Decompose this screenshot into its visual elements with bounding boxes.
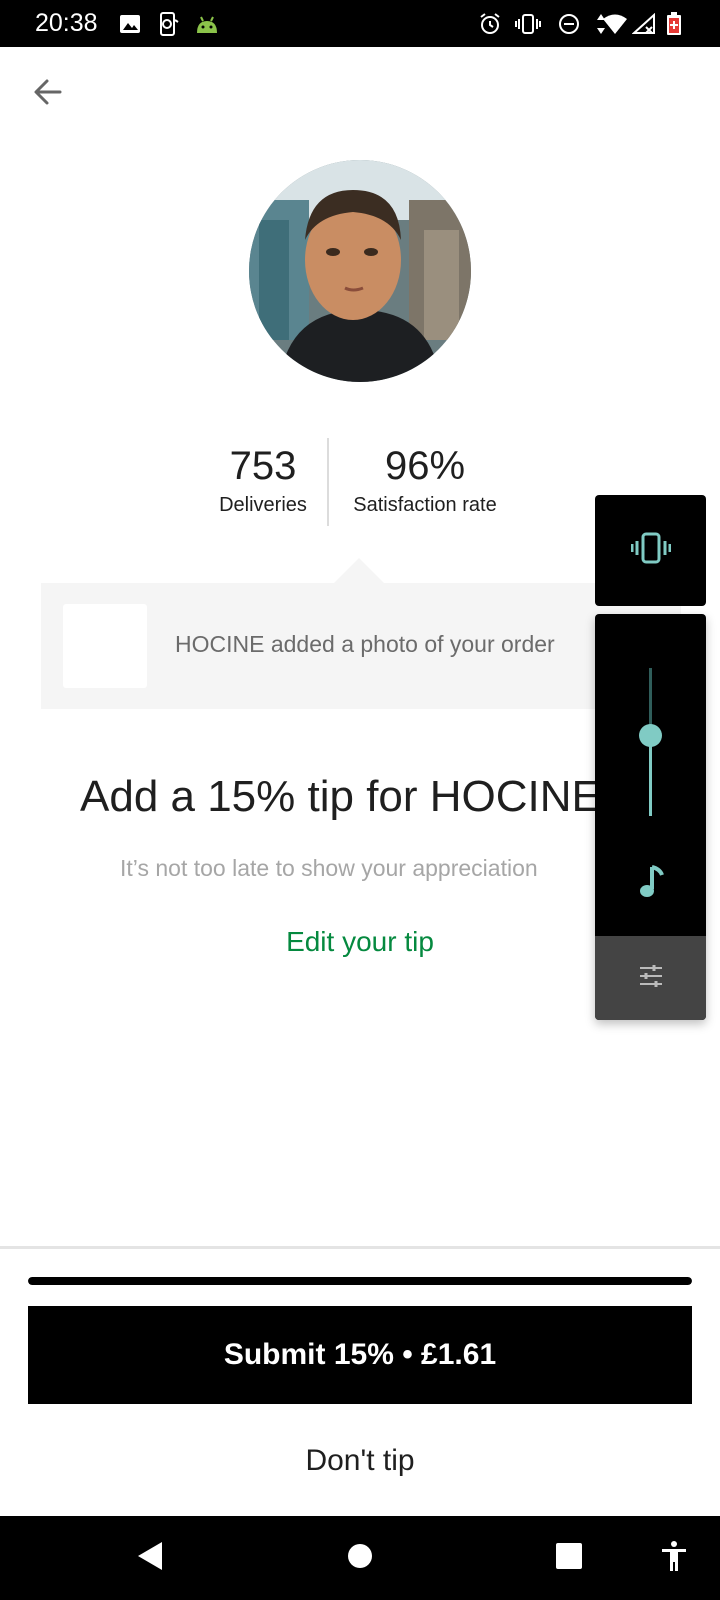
image-icon <box>117 11 143 37</box>
signal-icon <box>631 11 657 37</box>
deliveries-value: 753 <box>229 444 297 488</box>
battery-icon <box>661 11 687 37</box>
footer-separator <box>0 1246 720 1249</box>
home-circle-icon <box>346 1542 374 1575</box>
vibrate-icon <box>630 531 671 570</box>
volume-settings-button[interactable] <box>595 936 706 1020</box>
vibrate-icon <box>515 11 541 37</box>
alarm-icon <box>477 11 503 37</box>
satisfaction-stat: 96% Satisfaction rate <box>340 442 510 518</box>
submit-tip-button[interactable]: Submit 15% • £1.61 <box>28 1306 692 1404</box>
back-triangle-icon <box>136 1540 164 1577</box>
order-photo-thumbnail[interactable] <box>63 604 147 688</box>
photo-card-pointer <box>333 558 385 584</box>
stats-divider <box>327 438 329 526</box>
progress-bar <box>28 1277 692 1285</box>
deliveries-stat: 753 Deliveries <box>210 442 316 518</box>
nav-accessibility-button[interactable] <box>652 1536 696 1580</box>
recents-square-icon <box>555 1542 583 1575</box>
music-note-icon <box>638 864 664 904</box>
nav-recents-button[interactable] <box>547 1536 591 1580</box>
navigation-bar <box>0 1516 720 1600</box>
nav-back-button[interactable] <box>128 1536 172 1580</box>
courier-avatar <box>249 160 471 382</box>
status-bar: 20:38 <box>0 0 720 47</box>
progress-fill <box>28 1277 692 1285</box>
screen-record-icon <box>155 11 181 37</box>
do-not-disturb-icon <box>556 11 582 37</box>
status-time: 20:38 <box>35 9 98 37</box>
dont-tip-button[interactable]: Don't tip <box>0 1444 720 1478</box>
volume-panel <box>595 614 706 1020</box>
deliveries-label: Deliveries <box>219 494 307 516</box>
order-photo-card[interactable]: HOCINE added a photo of your order <box>41 583 681 709</box>
accessibility-icon <box>660 1540 688 1577</box>
android-icon <box>194 11 220 37</box>
tip-title: Add a 15% tip for HOCINE <box>80 772 601 821</box>
vibrate-mode-button[interactable] <box>595 495 706 606</box>
back-button[interactable] <box>26 72 70 116</box>
volume-slider-thumb[interactable] <box>639 723 662 747</box>
nav-home-button[interactable] <box>338 1536 382 1580</box>
wifi-icon <box>602 11 628 37</box>
volume-fill <box>649 734 652 816</box>
media-volume-button[interactable] <box>595 859 706 909</box>
satisfaction-value: 96% <box>384 444 466 488</box>
satisfaction-label: Satisfaction rate <box>353 494 497 516</box>
arrow-left-icon <box>32 76 64 113</box>
tip-subtitle: It’s not too late to show your appreciat… <box>120 855 538 881</box>
sliders-icon <box>638 964 664 993</box>
photo-card-text: HOCINE added a photo of your order <box>175 631 555 657</box>
